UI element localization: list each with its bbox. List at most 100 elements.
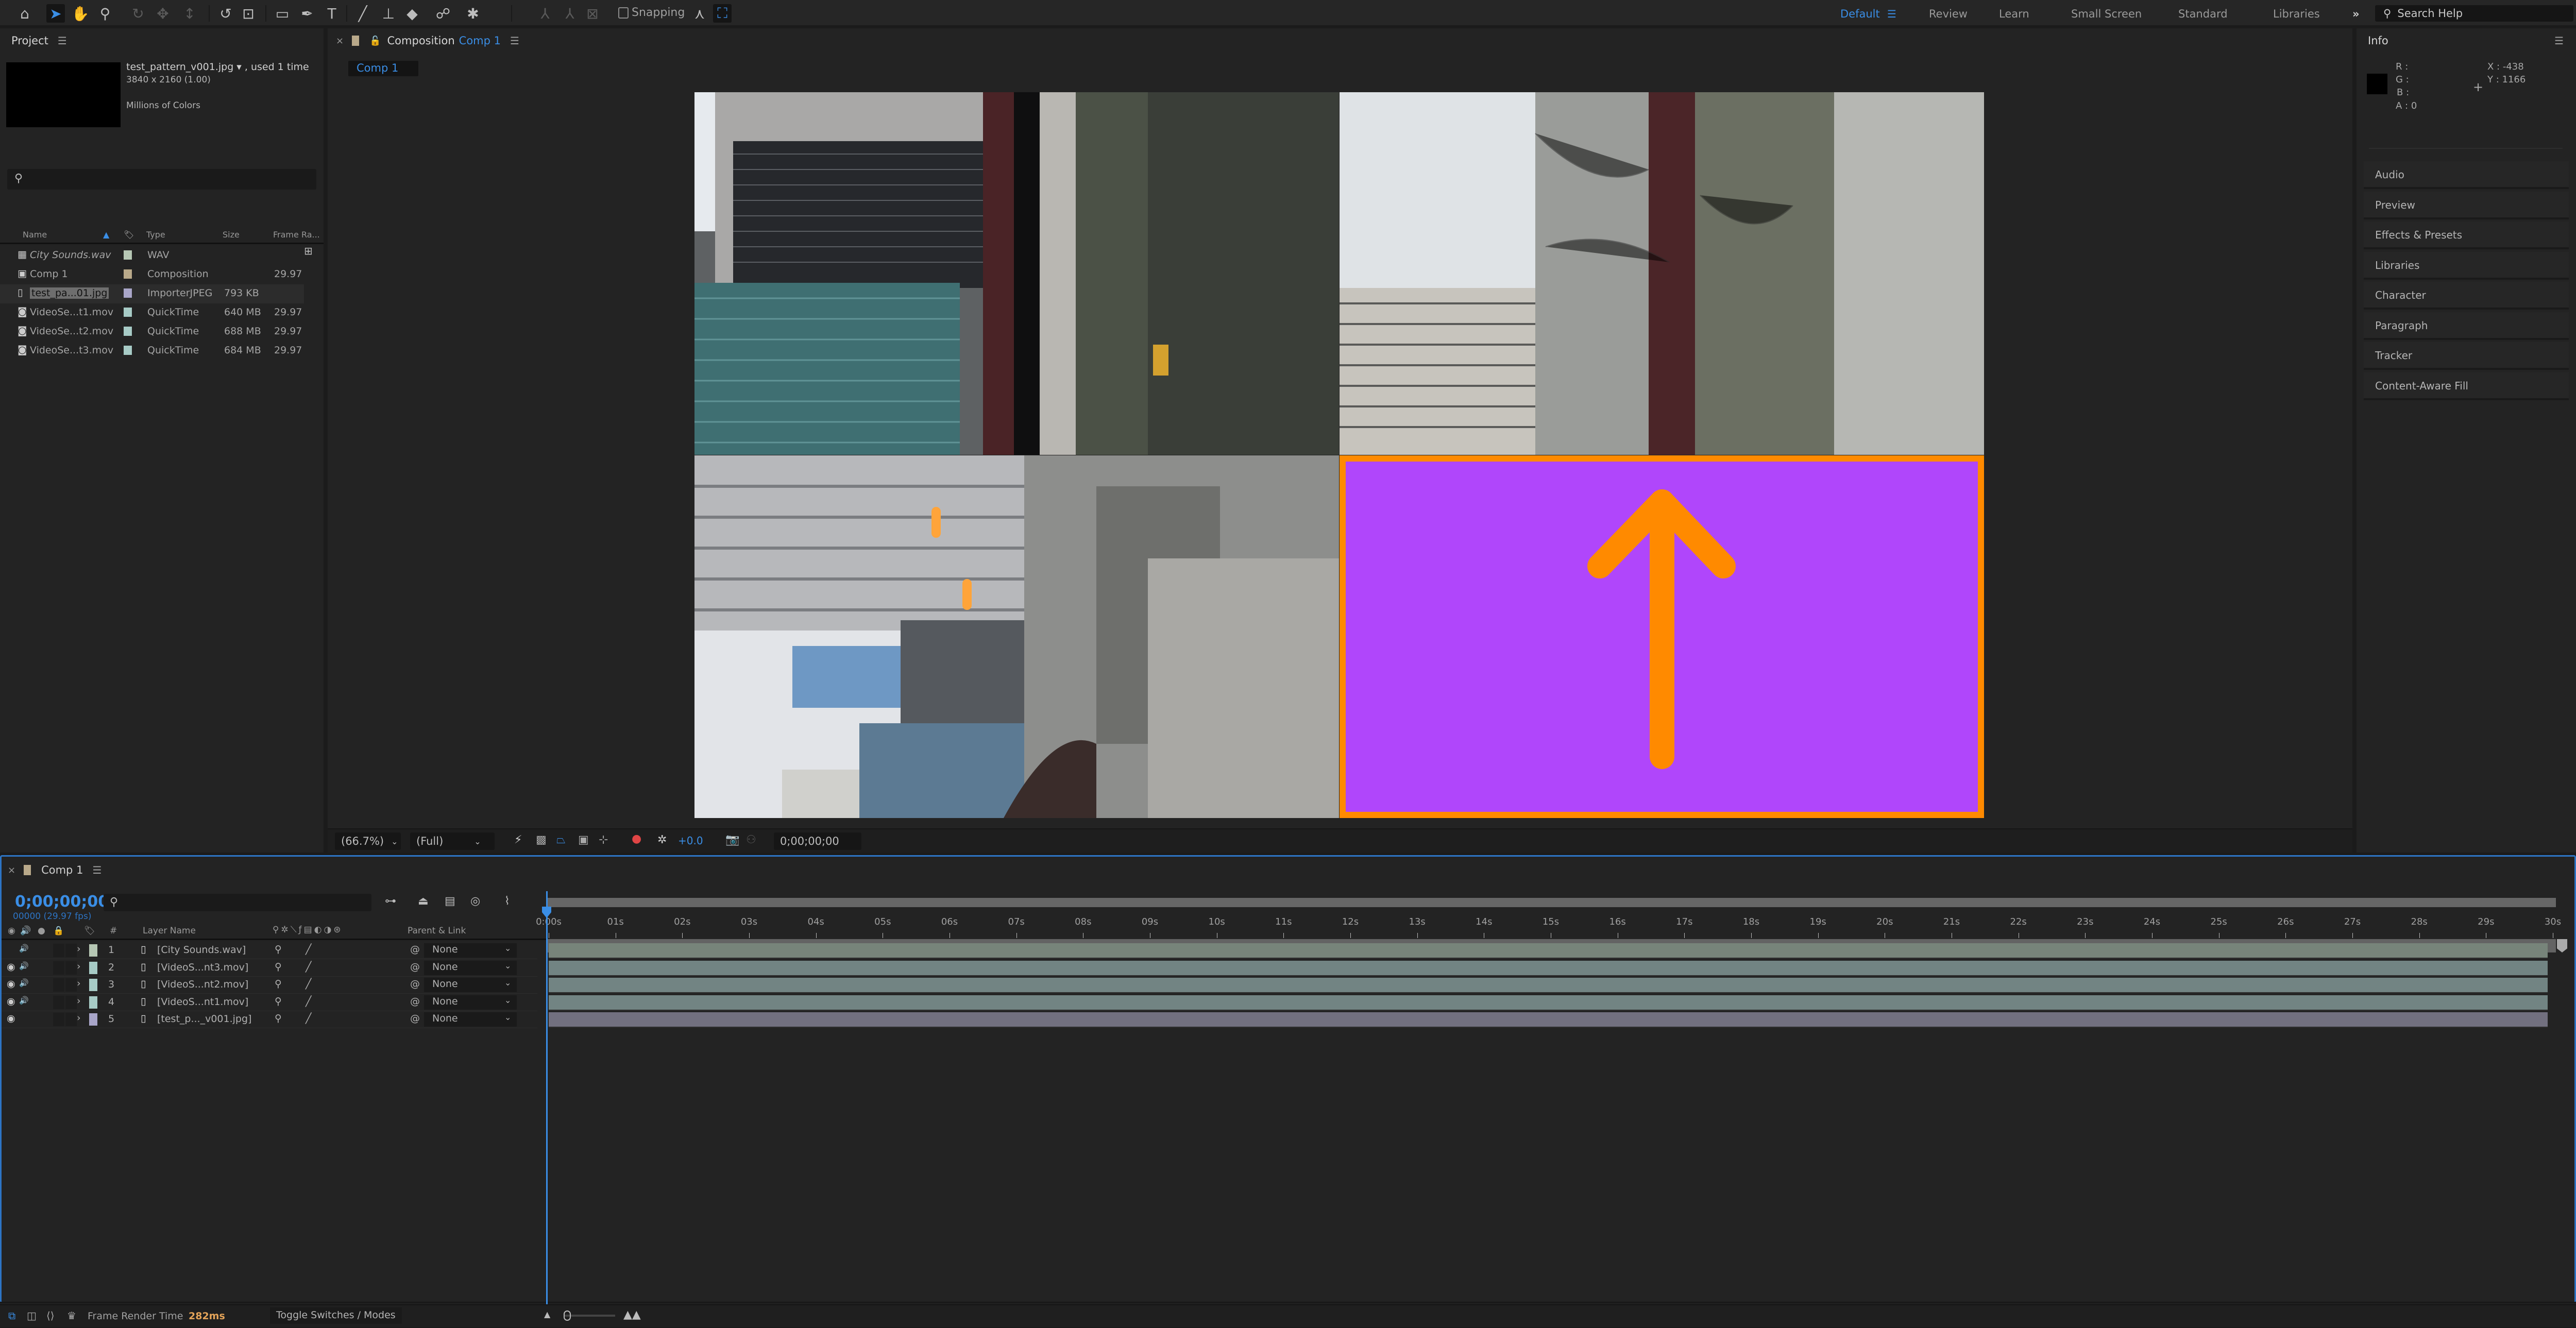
quality-switch-icon[interactable]: ╱ (306, 978, 311, 990)
playhead[interactable] (546, 891, 548, 1308)
pan-camera-icon[interactable]: ✥ (154, 4, 172, 23)
eraser-tool-icon[interactable]: ◆ (403, 4, 421, 23)
draft-3d-icon[interactable]: ⏏ (418, 895, 429, 908)
project-item[interactable]: ▯ test_pa...01.jpg ImporterJPEG 793 KB (0, 284, 304, 303)
timeline-zoom-thumb[interactable] (564, 1310, 571, 1321)
sort-ascending-icon[interactable]: ▲ (103, 230, 109, 240)
parent-dropdown[interactable]: None (424, 995, 517, 1010)
project-item[interactable]: ◙ VideoSe...t1.mov QuickTime 640 MB 29.97 (0, 303, 304, 322)
parent-dropdown[interactable]: None (424, 960, 517, 975)
expand-chevron-icon[interactable]: › (77, 961, 81, 972)
region-of-interest-icon[interactable]: ▣ (578, 833, 589, 846)
time-navigator[interactable] (547, 898, 2556, 907)
composition-mini-flowchart-icon[interactable]: ⊶ (385, 895, 396, 908)
rectangle-tool-icon[interactable]: ▭ (273, 4, 292, 23)
project-search-input[interactable]: ⚲ (7, 169, 316, 190)
mask-visibility-icon[interactable]: ⏢ (556, 833, 566, 846)
parent-pickwhip-icon[interactable]: @ (410, 944, 420, 955)
parent-dropdown[interactable]: None (424, 1012, 517, 1027)
solo-icon[interactable]: ● (38, 926, 45, 936)
snapshot-icon[interactable]: 📷 (725, 833, 739, 846)
column-frame-rate[interactable]: Frame Ra... (273, 230, 320, 240)
solo-switch[interactable] (53, 1013, 64, 1026)
motion-blur-icon[interactable]: ◎ (470, 895, 480, 908)
close-tab-icon[interactable]: × (336, 36, 344, 46)
parent-dropdown[interactable]: None (424, 943, 517, 958)
label-color-swatch[interactable] (124, 308, 132, 317)
quality-switch-icon[interactable]: ╱ (306, 961, 311, 973)
layer-duration-bar[interactable] (549, 978, 2548, 993)
search-help-input[interactable]: ⚲ Search Help (2375, 5, 2573, 22)
audio-toggle-icon[interactable]: 🔊 (20, 926, 31, 936)
zoom-tool-icon[interactable]: ⚲ (96, 4, 114, 23)
transparency-grid-icon[interactable]: ▩ (536, 833, 547, 846)
render-time-toggle-icon[interactable]: ♛ (67, 1309, 76, 1322)
panel-tracker[interactable]: Tracker (2364, 342, 2569, 370)
layer-duration-bar[interactable] (549, 995, 2548, 1011)
roto-brush-icon[interactable]: ☍ (434, 4, 452, 23)
panel-paragraph[interactable]: Paragraph (2364, 312, 2569, 340)
label-color-swatch[interactable] (124, 327, 132, 336)
column-layer-name[interactable]: Layer Name (143, 926, 196, 936)
brush-tool-icon[interactable]: ╱ (353, 4, 372, 23)
label-color-swatch[interactable] (89, 996, 97, 1009)
label-color-swatch[interactable] (89, 944, 97, 957)
label-color-swatch[interactable] (124, 250, 132, 260)
transfer-controls-toggle-icon[interactable]: ◫ (27, 1309, 37, 1322)
layer-name[interactable]: [VideoS...nt3.mov] (157, 962, 248, 973)
expand-chevron-icon[interactable]: › (77, 943, 81, 955)
grid-guides-icon[interactable]: ⊹ (599, 833, 608, 846)
clone-stamp-icon[interactable]: ⊥ (379, 4, 398, 23)
panel-menu-icon[interactable]: ☰ (92, 864, 101, 876)
panel-preview[interactable]: Preview (2364, 191, 2569, 219)
label-color-swatch[interactable] (124, 346, 132, 355)
column-name[interactable]: Name (23, 230, 47, 240)
view-axis-icon[interactable]: ⊠ (583, 4, 602, 23)
exposure-reset-icon[interactable]: ✲ (657, 833, 667, 846)
video-toggle-icon[interactable]: ◉ (7, 961, 18, 975)
close-tab-icon[interactable]: × (8, 865, 15, 876)
world-axis-icon[interactable]: ⅄ (561, 4, 579, 23)
rotation-tool-icon[interactable]: ↺ (216, 4, 235, 23)
column-type[interactable]: Type (146, 230, 165, 240)
label-color-swatch[interactable] (89, 979, 97, 991)
layer-name[interactable]: [City Sounds.wav] (157, 944, 246, 956)
exposure-value[interactable]: +0.0 (678, 835, 703, 847)
video-toggle-icon[interactable]: ◉ (7, 1013, 18, 1026)
parent-dropdown[interactable]: None (424, 978, 517, 992)
panel-audio[interactable]: Audio (2364, 161, 2569, 189)
panel-menu-icon[interactable]: ☰ (2554, 35, 2564, 47)
quality-switch-icon[interactable]: ╱ (306, 1013, 311, 1024)
dolly-camera-icon[interactable]: ↕ (180, 4, 199, 23)
magnification-dropdown[interactable]: (66.7%) ⌄ (335, 832, 401, 850)
solo-switch[interactable] (53, 961, 64, 975)
snapping-checkbox[interactable] (618, 7, 629, 19)
shy-switch-icon[interactable]: ⚲ (275, 978, 282, 990)
layer-name[interactable]: [test_p..._v001.jpg] (157, 1013, 251, 1025)
snapping-toggle[interactable]: Snapping (618, 6, 685, 19)
workspace-menu-icon[interactable]: ☰ (1887, 8, 1896, 20)
layer-switches-toggle-icon[interactable]: ⧉ (8, 1309, 15, 1322)
audio-toggle-icon[interactable]: 🔊 (19, 978, 30, 992)
column-size[interactable]: Size (223, 230, 240, 240)
composition-viewer[interactable] (694, 92, 1984, 818)
pan-behind-icon[interactable]: ⊡ (239, 4, 258, 23)
expand-toolbar-icon[interactable]: ⛶ (713, 4, 732, 23)
panel-menu-icon[interactable]: ☰ (58, 35, 67, 47)
layer-row[interactable]: ◉ › 5 ▯ [test_p..._v001.jpg] ⚲ ╱ @ None ⌄ (2, 1011, 537, 1028)
lock-switch[interactable] (65, 961, 77, 975)
expand-chevron-icon[interactable]: › (77, 978, 81, 989)
video-toggle-icon[interactable]: ◉ (7, 978, 18, 992)
current-time-display[interactable]: 0;00;00;00 (774, 832, 861, 850)
parent-pickwhip-icon[interactable]: @ (410, 1013, 420, 1024)
workspace-learn[interactable]: Learn (1999, 8, 2029, 20)
layer-name[interactable]: [VideoS...nt2.mov] (157, 979, 248, 990)
selected-item-name[interactable]: test_pattern_v001.jpg ▾ (126, 61, 242, 73)
shy-switch-icon[interactable]: ⚲ (275, 996, 282, 1007)
lock-switch[interactable] (65, 995, 77, 1009)
comp-tab-name[interactable]: Comp 1 (459, 35, 501, 47)
project-item[interactable]: ▣ Comp 1 Composition 29.97 (0, 265, 304, 284)
zoom-out-icon[interactable]: ▲ (544, 1309, 550, 1319)
lock-icon[interactable]: 🔓 (369, 36, 381, 46)
workspace-standard[interactable]: Standard (2178, 8, 2228, 20)
